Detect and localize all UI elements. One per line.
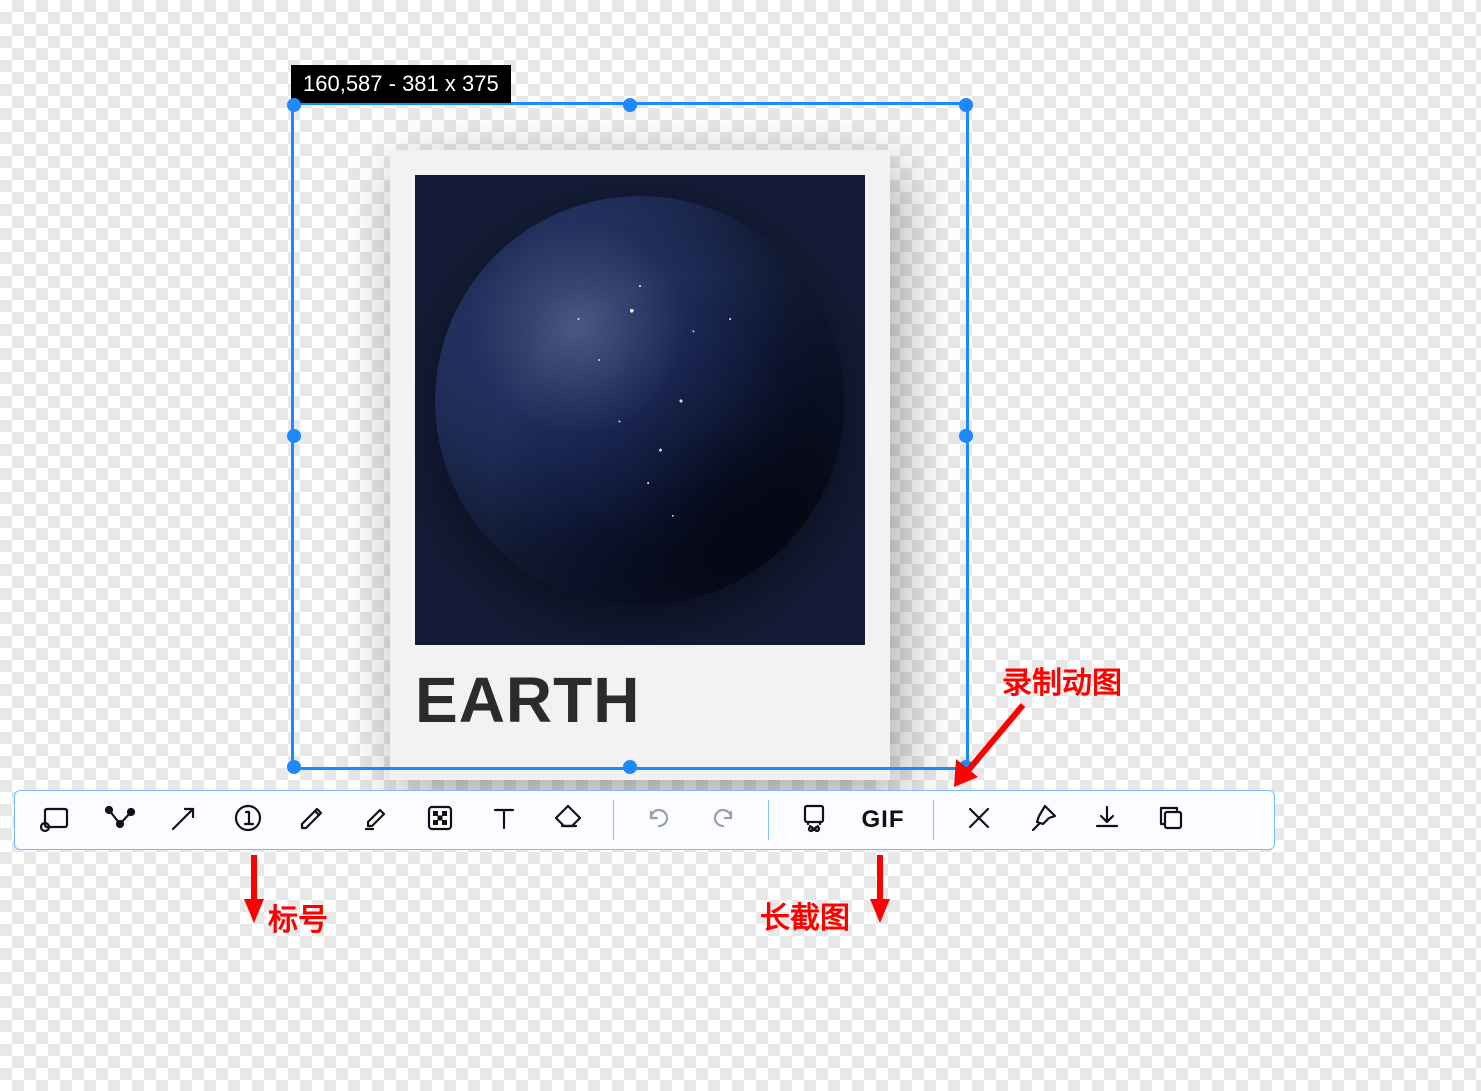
close-icon bbox=[963, 802, 995, 839]
download-icon bbox=[1091, 802, 1123, 839]
scrolling-capture-button[interactable] bbox=[787, 797, 841, 843]
earth-image bbox=[415, 175, 865, 645]
copy-button[interactable] bbox=[1144, 797, 1198, 843]
redo-icon bbox=[707, 802, 739, 839]
earth-card-label: EARTH bbox=[415, 663, 865, 737]
annotation-arrow-record-gif bbox=[948, 695, 1038, 795]
gif-icon: GIF bbox=[862, 806, 905, 834]
selection-dimensions-label: 160,587 - 381 x 375 bbox=[291, 65, 511, 103]
close-button[interactable] bbox=[952, 797, 1006, 843]
undo-icon bbox=[643, 802, 675, 839]
polyline-tool[interactable] bbox=[93, 797, 147, 843]
scrolling-capture-icon bbox=[798, 802, 830, 839]
highlighter-tool[interactable] bbox=[349, 797, 403, 843]
resize-handle-top-center[interactable] bbox=[623, 98, 637, 112]
mosaic-icon bbox=[424, 802, 456, 839]
resize-handle-bottom-left[interactable] bbox=[287, 760, 301, 774]
resize-handle-middle-left[interactable] bbox=[287, 429, 301, 443]
rectangle-tool[interactable] bbox=[29, 797, 83, 843]
annotation-label-record-gif: 录制动图 bbox=[1002, 658, 1122, 702]
resize-handle-middle-right[interactable] bbox=[959, 429, 973, 443]
polyline-icon bbox=[104, 802, 136, 839]
eraser-icon bbox=[552, 802, 584, 839]
toolbar-separator bbox=[768, 800, 769, 840]
toolbar-separator bbox=[613, 800, 614, 840]
earth-card: EARTH bbox=[390, 150, 890, 780]
arrow-icon bbox=[168, 802, 200, 839]
highlighter-icon bbox=[360, 802, 392, 839]
number-marker-tool[interactable] bbox=[221, 797, 275, 843]
canvas-stage[interactable]: EARTH 160,587 - 381 x 375 bbox=[0, 0, 1481, 1091]
annotation-arrow-scrolling-capture bbox=[870, 855, 890, 925]
copy-icon bbox=[1155, 802, 1187, 839]
resize-handle-bottom-center[interactable] bbox=[623, 760, 637, 774]
arrow-tool[interactable] bbox=[157, 797, 211, 843]
undo-button[interactable] bbox=[632, 797, 686, 843]
globe-graphic bbox=[435, 196, 845, 606]
text-icon bbox=[488, 802, 520, 839]
pin-button[interactable] bbox=[1016, 797, 1070, 843]
annotation-label-number-marker: 标号 bbox=[268, 895, 328, 939]
pencil-icon bbox=[296, 802, 328, 839]
pin-icon bbox=[1027, 802, 1059, 839]
resize-handle-top-left[interactable] bbox=[287, 98, 301, 112]
number-marker-icon bbox=[232, 802, 264, 839]
eraser-tool[interactable] bbox=[541, 797, 595, 843]
text-tool[interactable] bbox=[477, 797, 531, 843]
screenshot-toolbar: GIF bbox=[14, 790, 1275, 850]
rectangle-icon bbox=[40, 802, 72, 839]
mosaic-tool[interactable] bbox=[413, 797, 467, 843]
redo-button[interactable] bbox=[696, 797, 750, 843]
save-button[interactable] bbox=[1080, 797, 1134, 843]
record-gif-button[interactable]: GIF bbox=[851, 797, 915, 843]
resize-handle-top-right[interactable] bbox=[959, 98, 973, 112]
toolbar-separator bbox=[933, 800, 934, 840]
annotation-arrow-number-marker bbox=[244, 855, 264, 925]
pencil-tool[interactable] bbox=[285, 797, 339, 843]
annotation-label-scrolling-capture: 长截图 bbox=[760, 893, 850, 937]
